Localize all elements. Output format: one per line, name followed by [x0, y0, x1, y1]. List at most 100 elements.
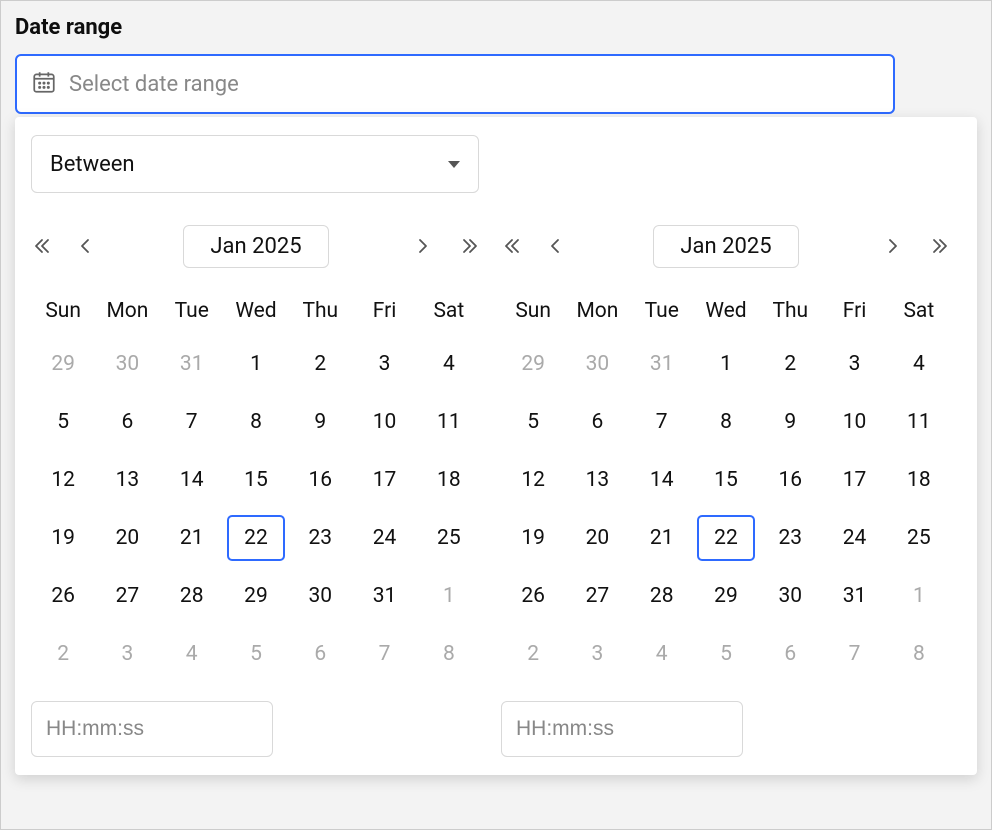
calendar-day[interactable]: 10	[826, 399, 884, 445]
calendar-day[interactable]: 4	[633, 631, 691, 677]
calendar-day[interactable]: 27	[98, 573, 156, 619]
calendar-day[interactable]: 15	[227, 457, 285, 503]
calendar-day[interactable]: 20	[98, 515, 156, 561]
prev-year-button[interactable]	[501, 236, 525, 256]
calendar-day[interactable]: 22	[227, 515, 285, 561]
calendar-day[interactable]: 31	[163, 341, 221, 387]
calendar-day[interactable]: 28	[163, 573, 221, 619]
calendar-day[interactable]: 14	[163, 457, 221, 503]
calendar-day[interactable]: 8	[697, 399, 755, 445]
calendar-day[interactable]: 29	[34, 341, 92, 387]
calendar-day[interactable]: 31	[826, 573, 884, 619]
calendar-day[interactable]: 4	[420, 341, 478, 387]
calendar-day[interactable]: 1	[697, 341, 755, 387]
range-mode-select[interactable]: Between	[31, 135, 479, 193]
calendar-day[interactable]: 5	[697, 631, 755, 677]
calendar-day[interactable]: 13	[98, 457, 156, 503]
calendar-day[interactable]: 14	[633, 457, 691, 503]
calendar-day[interactable]: 23	[761, 515, 819, 561]
calendar-day[interactable]: 19	[504, 515, 562, 561]
next-year-button[interactable]	[457, 236, 481, 256]
calendar-day[interactable]: 16	[761, 457, 819, 503]
calendar-day[interactable]: 31	[633, 341, 691, 387]
calendar-day[interactable]: 1	[420, 573, 478, 619]
calendar-day[interactable]: 29	[227, 573, 285, 619]
calendar-day[interactable]: 29	[697, 573, 755, 619]
calendar-day[interactable]: 3	[826, 341, 884, 387]
calendar-day[interactable]: 12	[34, 457, 92, 503]
calendar-day[interactable]: 13	[568, 457, 626, 503]
calendar-day[interactable]: 24	[356, 515, 414, 561]
calendar-day[interactable]: 26	[34, 573, 92, 619]
calendar-day[interactable]: 3	[356, 341, 414, 387]
calendar-day[interactable]: 5	[34, 399, 92, 445]
calendar-day[interactable]: 21	[163, 515, 221, 561]
calendar-day[interactable]: 23	[291, 515, 349, 561]
calendar-day[interactable]: 25	[420, 515, 478, 561]
calendar-day[interactable]: 3	[98, 631, 156, 677]
calendar-day[interactable]: 17	[356, 457, 414, 503]
calendar-day[interactable]: 6	[568, 399, 626, 445]
calendar-day[interactable]: 10	[356, 399, 414, 445]
time-input[interactable]	[501, 701, 743, 757]
calendar-day[interactable]: 6	[761, 631, 819, 677]
calendar-day[interactable]: 12	[504, 457, 562, 503]
calendar-day[interactable]: 2	[291, 341, 349, 387]
calendar-day[interactable]: 11	[890, 399, 948, 445]
calendar-day[interactable]: 7	[633, 399, 691, 445]
calendar-day[interactable]: 16	[291, 457, 349, 503]
prev-month-button[interactable]	[75, 236, 99, 256]
calendar-day[interactable]: 28	[633, 573, 691, 619]
calendar-day[interactable]: 17	[826, 457, 884, 503]
month-select-button[interactable]: Jan 2025	[183, 225, 328, 268]
calendar-day[interactable]: 9	[761, 399, 819, 445]
calendar-day[interactable]: 7	[356, 631, 414, 677]
calendar-day[interactable]: 27	[568, 573, 626, 619]
calendar-day[interactable]: 18	[420, 457, 478, 503]
calendar-day[interactable]: 4	[890, 341, 948, 387]
month-select-button[interactable]: Jan 2025	[653, 225, 798, 268]
calendar-day[interactable]: 2	[761, 341, 819, 387]
prev-year-button[interactable]	[31, 236, 55, 256]
calendar-day[interactable]: 2	[504, 631, 562, 677]
calendar-day[interactable]: 6	[98, 399, 156, 445]
calendar-day[interactable]: 8	[420, 631, 478, 677]
time-input[interactable]	[31, 701, 273, 757]
calendar-day[interactable]: 30	[291, 573, 349, 619]
calendar-day[interactable]: 6	[291, 631, 349, 677]
calendar-day[interactable]: 2	[34, 631, 92, 677]
calendar-day[interactable]: 7	[826, 631, 884, 677]
calendar-day[interactable]: 20	[568, 515, 626, 561]
calendar-day[interactable]: 5	[504, 399, 562, 445]
calendar-day[interactable]: 8	[890, 631, 948, 677]
calendar-day[interactable]: 1	[227, 341, 285, 387]
calendar-day[interactable]: 24	[826, 515, 884, 561]
calendar-day[interactable]: 3	[568, 631, 626, 677]
calendar-day[interactable]: 18	[890, 457, 948, 503]
calendar-day[interactable]: 1	[890, 573, 948, 619]
calendar-day[interactable]: 7	[163, 399, 221, 445]
calendar-day[interactable]: 19	[34, 515, 92, 561]
calendar-day[interactable]: 4	[163, 631, 221, 677]
calendar-day[interactable]: 30	[761, 573, 819, 619]
date-range-input[interactable]: Select date range	[15, 54, 895, 114]
calendar-day[interactable]: 5	[227, 631, 285, 677]
prev-month-button[interactable]	[545, 236, 569, 256]
calendar-day[interactable]: 26	[504, 573, 562, 619]
calendar-day[interactable]: 30	[98, 341, 156, 387]
calendar-day[interactable]: 9	[291, 399, 349, 445]
calendar-day[interactable]: 15	[697, 457, 755, 503]
next-year-button[interactable]	[927, 236, 951, 256]
calendar-nav: Jan 2025	[501, 223, 951, 269]
calendar-day[interactable]: 31	[356, 573, 414, 619]
calendar-day[interactable]: 30	[568, 341, 626, 387]
calendar-day[interactable]: 21	[633, 515, 691, 561]
calendar-day[interactable]: 8	[227, 399, 285, 445]
calendar-day[interactable]: 22	[697, 515, 755, 561]
calendar-day[interactable]: 29	[504, 341, 562, 387]
next-month-button[interactable]	[413, 236, 437, 256]
calendar-day[interactable]: 25	[890, 515, 948, 561]
next-month-button[interactable]	[883, 236, 907, 256]
calendar-day[interactable]: 11	[420, 399, 478, 445]
calendar-icon	[31, 69, 57, 99]
